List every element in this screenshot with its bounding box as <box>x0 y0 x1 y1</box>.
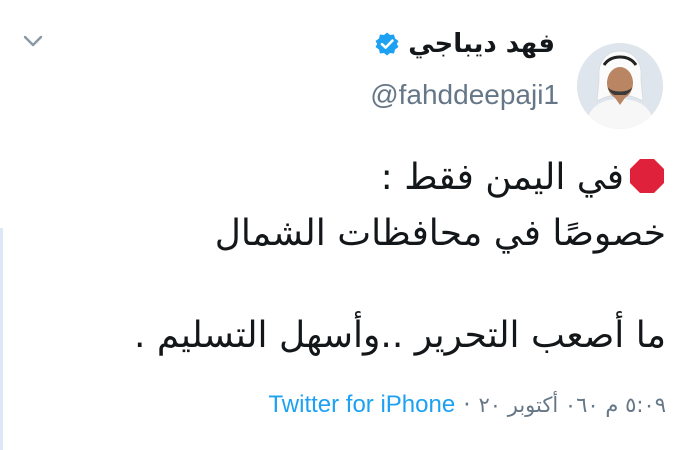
author-name-row: فهد ديباجي <box>374 27 555 61</box>
profile-photo-icon <box>577 43 663 129</box>
avatar[interactable] <box>577 43 663 129</box>
author-handle[interactable]: @fahddeepaji1 <box>370 78 559 112</box>
tweet-line-2: خصوصًا في محافظات الشمال <box>214 213 666 254</box>
tweet-timestamp[interactable]: ٥:٠٩ م ٠٦٠ أكتوبر ٢٠ <box>479 388 667 422</box>
left-edge-highlight <box>0 228 3 450</box>
stop-sign-emoji-icon <box>628 156 666 194</box>
author-display-name[interactable]: فهد ديباجي <box>408 27 555 61</box>
tweet-line-1-text: في اليمن فقط : <box>380 157 624 198</box>
tweet-line-3: ما أصعب التحرير ..وأسهل التسليم . <box>133 315 666 356</box>
chevron-down-icon[interactable] <box>22 30 44 52</box>
verified-badge-icon <box>374 31 400 57</box>
meta-separator: · <box>463 392 471 418</box>
tweet-line-1: في اليمن فقط : <box>66 150 666 206</box>
tweet-text: في اليمن فقط : خصوصًا في محافظات الشمال … <box>66 150 666 364</box>
tweet-source-link[interactable]: Twitter for iPhone <box>268 388 455 422</box>
tweet-meta: Twitter for iPhone · ٥:٠٩ م ٠٦٠ أكتوبر ٢… <box>268 388 666 422</box>
